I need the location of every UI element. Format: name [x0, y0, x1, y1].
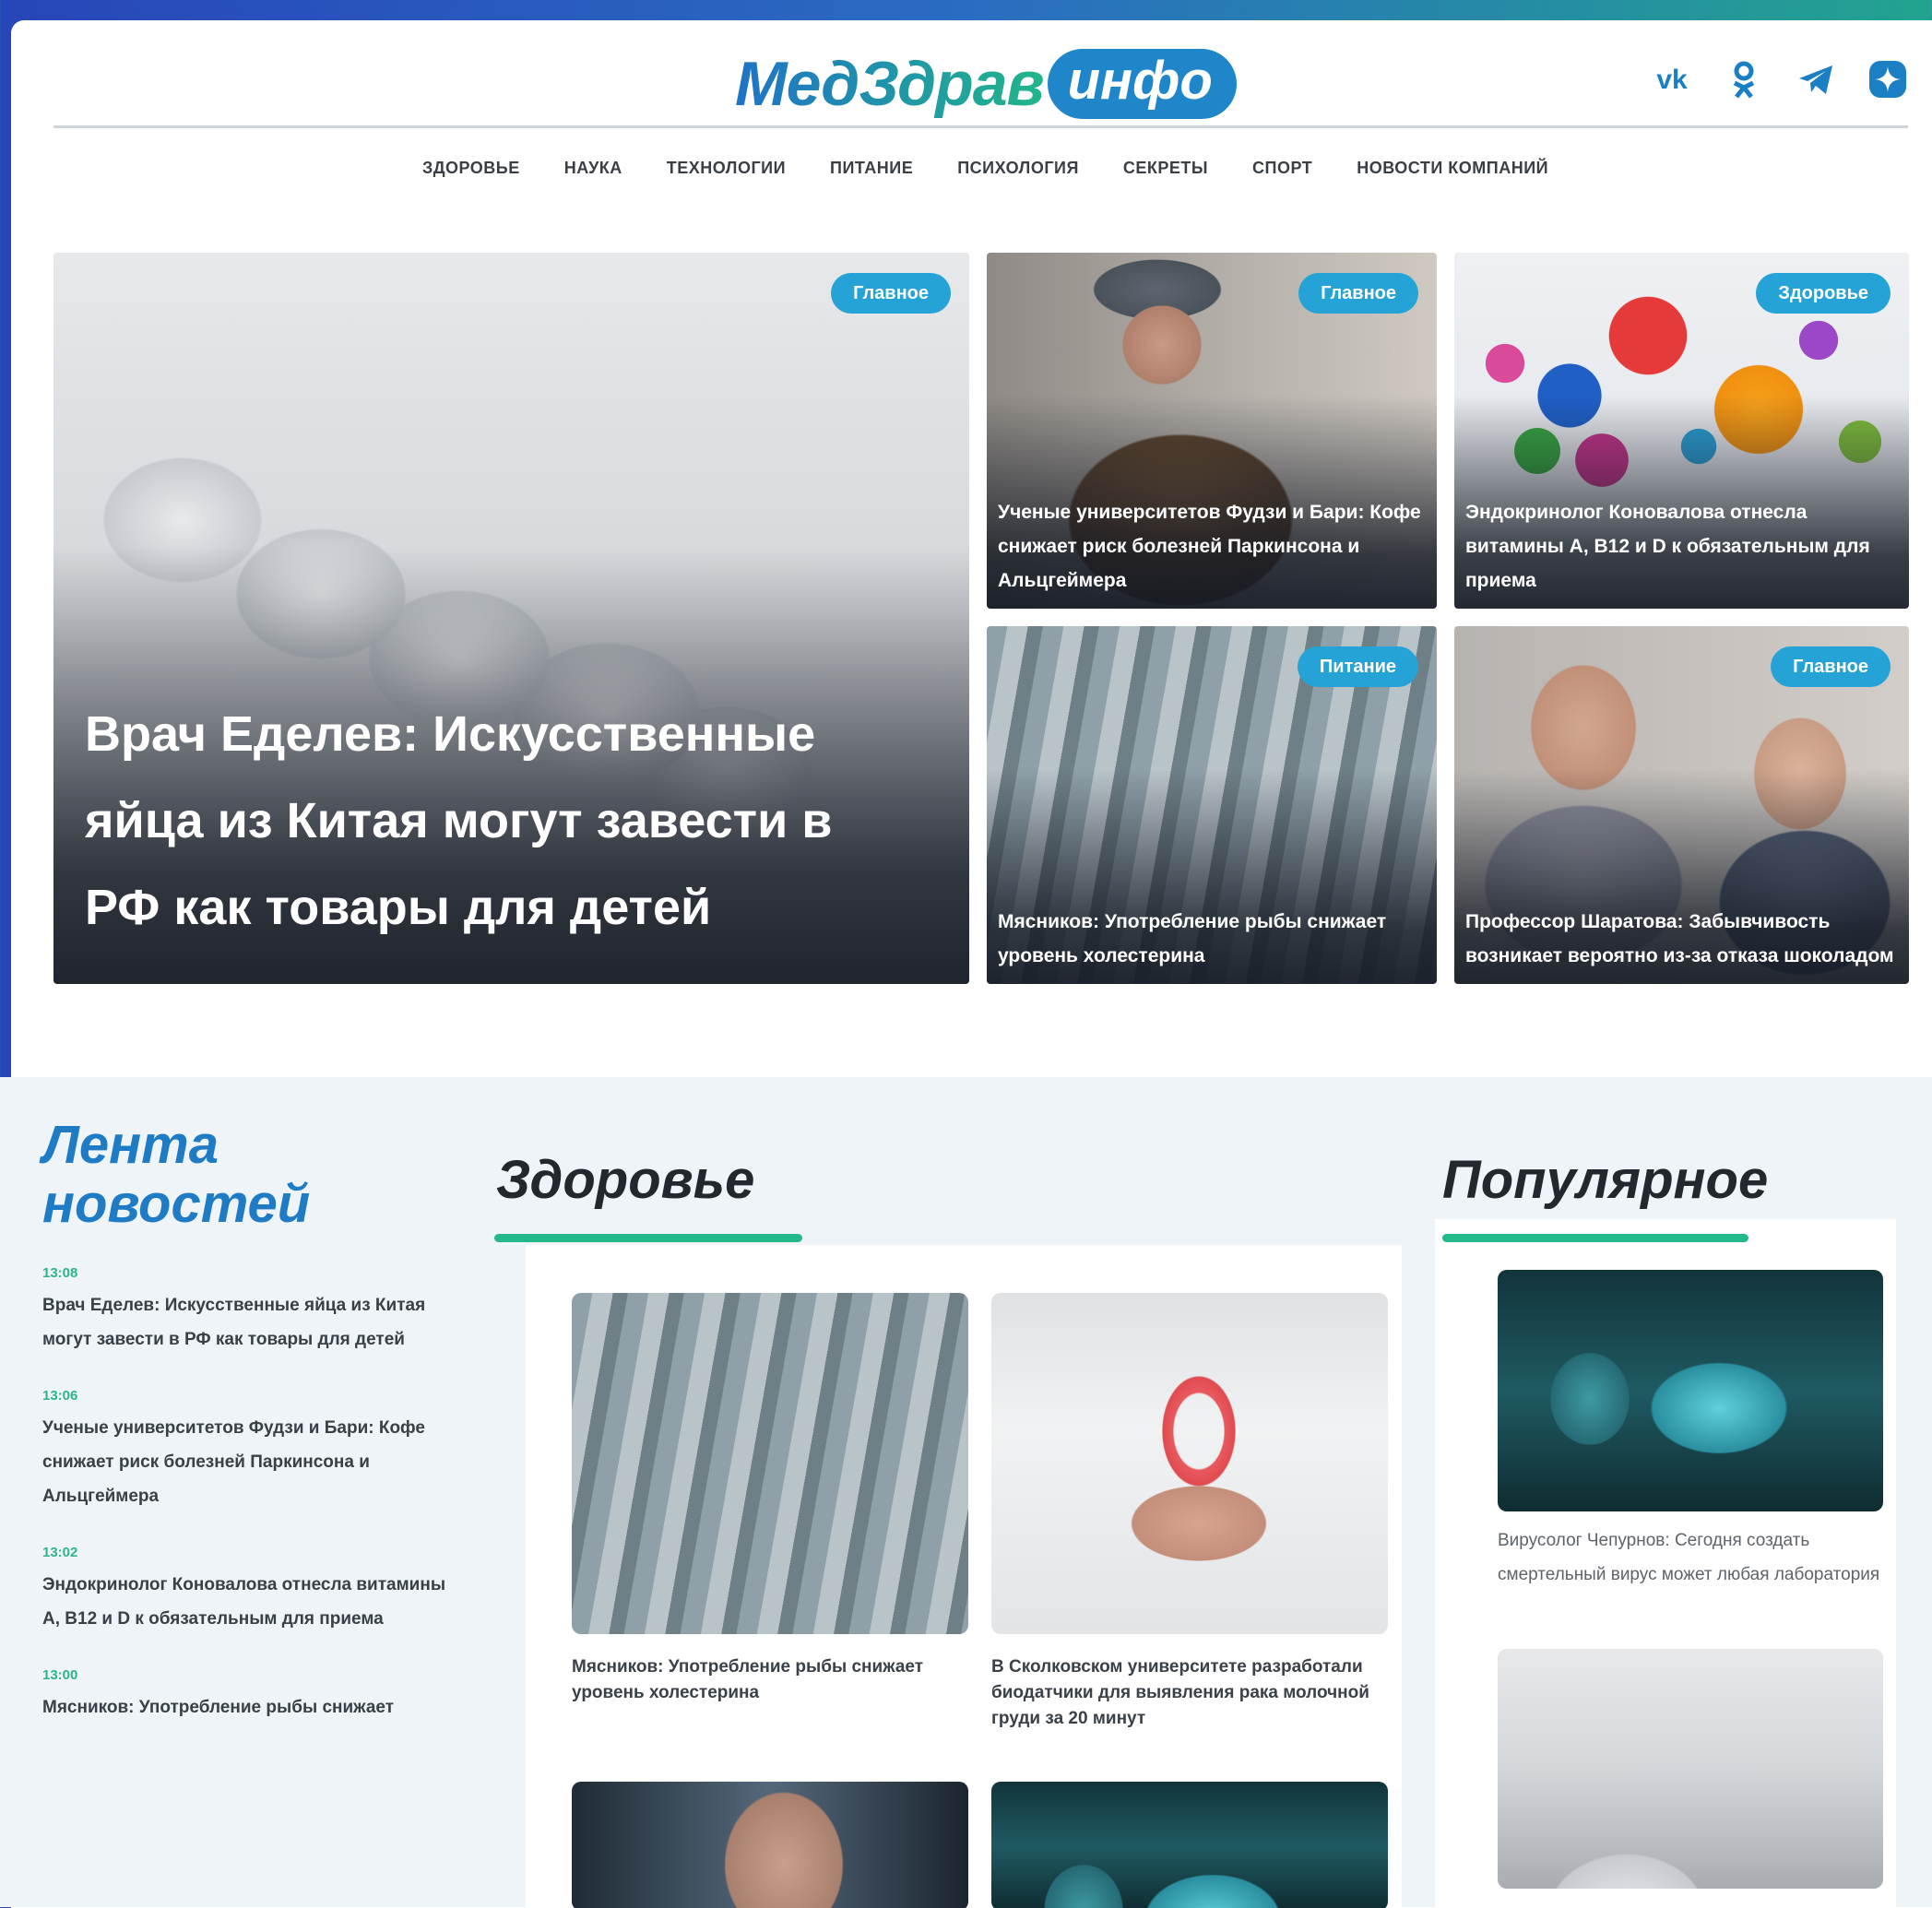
feed-item[interactable]: 13:08 Врач Еделев: Искусственные яйца из…	[42, 1265, 448, 1357]
site-logo[interactable]: МедЗдрав инфо	[735, 42, 1237, 125]
feed-text[interactable]: Мясников: Употребление рыбы снижает	[42, 1690, 448, 1724]
telegram-icon[interactable]	[1796, 59, 1836, 100]
nav-item-technology[interactable]: ТЕХНОЛОГИИ	[667, 159, 786, 178]
health-card-text[interactable]: Мясников: Употребление рыбы снижает уров…	[572, 1654, 968, 1706]
feed-text[interactable]: Ученые университетов Фудзи и Бари: Кофе …	[42, 1411, 448, 1513]
health-card-image[interactable]	[991, 1293, 1388, 1634]
health-title-underline	[494, 1234, 802, 1242]
nav-item-sport[interactable]: СПОРТ	[1252, 159, 1312, 178]
nav-item-psychology[interactable]: ПСИХОЛОГИЯ	[957, 159, 1079, 178]
nav-item-nutrition[interactable]: ПИТАНИЕ	[830, 159, 913, 178]
logo-pill-text: инфо	[1047, 49, 1237, 119]
hero-card-title[interactable]: Эндокринолог Коновалова отнесла витамины…	[1465, 495, 1898, 598]
nav-item-health[interactable]: ЗДОРОВЬЕ	[422, 159, 520, 178]
category-badge[interactable]: Главное	[1298, 273, 1418, 314]
feed-title: Лента новостей	[42, 1116, 448, 1234]
feed-text[interactable]: Врач Еделев: Искусственные яйца из Китая…	[42, 1288, 448, 1357]
health-card-image[interactable]	[991, 1782, 1388, 1908]
feed-title-line2: новостей	[42, 1174, 311, 1234]
health-card-image[interactable]	[572, 1782, 968, 1908]
popular-card-image[interactable]	[1498, 1649, 1883, 1889]
hero-card-title[interactable]: Ученые университетов Фудзи и Бари: Кофе …	[998, 495, 1426, 598]
hero-main-title[interactable]: Врач Еделев: Искусственные яйца из Китая…	[85, 691, 914, 951]
dzen-icon[interactable]	[1867, 59, 1908, 100]
feed-time: 13:06	[42, 1388, 78, 1404]
feed-item[interactable]: 13:06 Ученые университетов Фудзи и Бари:…	[42, 1388, 448, 1513]
odnoklassniki-icon[interactable]	[1724, 59, 1764, 100]
category-badge[interactable]: Главное	[1771, 646, 1891, 687]
hero-card-title[interactable]: Профессор Шаратова: Забывчивость возника…	[1465, 905, 1898, 973]
hero-card[interactable]: Здоровье Эндокринолог Коновалова отнесла…	[1454, 253, 1909, 609]
category-badge[interactable]: Питание	[1297, 646, 1418, 687]
feed-item[interactable]: 13:02 Эндокринолог Коновалова отнесла ви…	[42, 1545, 448, 1636]
feed-item[interactable]: 13:00 Мясников: Употребление рыбы снижае…	[42, 1667, 448, 1724]
feed-time: 13:02	[42, 1545, 78, 1560]
hero-main-card[interactable]: Главное Врач Еделев: Искусственные яйца …	[53, 253, 969, 984]
feed-time: 13:00	[42, 1667, 78, 1683]
health-card-image[interactable]	[572, 1293, 968, 1634]
news-feed: Лента новостей 13:08 Врач Еделев: Искусс…	[42, 1116, 448, 1724]
logo-main-text: МедЗдрав	[735, 49, 1045, 119]
health-card-text[interactable]: В Сколковском университете разработали б…	[991, 1654, 1388, 1732]
nav-item-science[interactable]: НАУКА	[564, 159, 622, 178]
vk-icon[interactable]: vk	[1652, 59, 1692, 100]
category-badge[interactable]: Главное	[831, 273, 951, 314]
feed-time: 13:08	[42, 1265, 78, 1281]
site-header: МедЗдрав инфо vk ЗДОРОВЬЕ НАУКА ТЕХНОЛОГ…	[11, 20, 1932, 205]
main-nav: ЗДОРОВЬЕ НАУКА ТЕХНОЛОГИИ ПИТАНИЕ ПСИХОЛ…	[11, 159, 1932, 178]
hero-grid: Главное Врач Еделев: Искусственные яйца …	[53, 253, 1909, 984]
hero-card[interactable]: Главное Профессор Шаратова: Забывчивость…	[1454, 626, 1909, 984]
category-badge[interactable]: Здоровье	[1756, 273, 1891, 314]
popular-card-text[interactable]: Вирусолог Чепурнов: Сегодня создать смер…	[1498, 1523, 1885, 1592]
svg-text:vk: vk	[1656, 65, 1688, 95]
social-links: vk	[1652, 59, 1908, 100]
nav-item-company-news[interactable]: НОВОСТИ КОМПАНИЙ	[1357, 159, 1548, 178]
hero-card-title[interactable]: Мясников: Употребление рыбы снижает уров…	[998, 905, 1426, 973]
nav-item-secrets[interactable]: СЕКРЕТЫ	[1123, 159, 1208, 178]
health-section-title[interactable]: Здоровье	[496, 1149, 754, 1211]
hero-card[interactable]: Главное Ученые университетов Фудзи и Бар…	[987, 253, 1437, 609]
hero-card[interactable]: Питание Мясников: Употребление рыбы сниж…	[987, 626, 1437, 984]
header-divider	[53, 125, 1908, 128]
popular-card-image[interactable]	[1498, 1270, 1883, 1511]
popular-title-underline	[1442, 1234, 1748, 1242]
feed-title-line1: Лента	[42, 1115, 219, 1175]
feed-text[interactable]: Эндокринолог Коновалова отнесла витамины…	[42, 1568, 448, 1636]
popular-section-title[interactable]: Популярное	[1442, 1149, 1768, 1211]
